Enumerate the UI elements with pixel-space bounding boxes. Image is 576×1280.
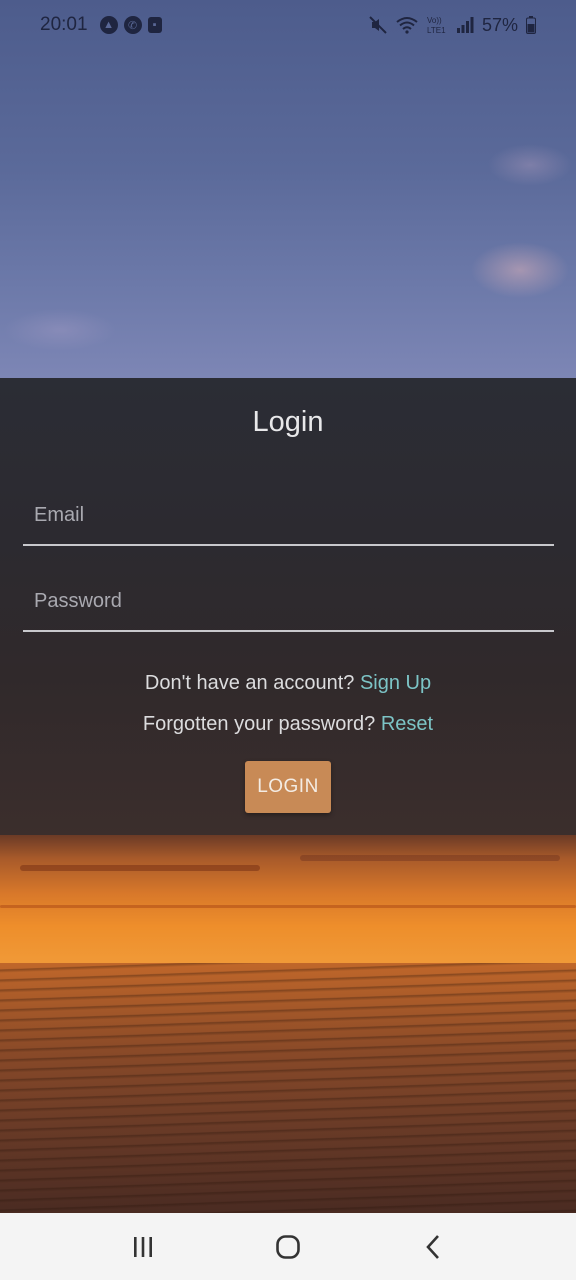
signup-prompt: Don't have an account? [144,672,355,694]
login-panel: Login Don't have an account? Sign Up For… [0,378,576,835]
reset-link[interactable]: Reset [381,713,433,735]
battery-icon [526,16,536,34]
reset-prompt: Forgotten your password? [142,713,376,735]
password-field[interactable] [23,572,554,632]
sign-up-link[interactable]: Sign Up [360,672,431,694]
signal-icon [456,17,474,33]
signup-line: Don't have an account? Sign Up [0,672,576,695]
sunset-horizon [0,835,576,965]
navigation-arrow-icon: ▲ [99,16,118,34]
login-button[interactable]: LOGIN [245,761,331,813]
wifi-icon [396,16,418,34]
navigation-bar [0,1213,576,1280]
sea [0,963,576,1213]
svg-text:Vo)): Vo)) [427,16,442,25]
volte-lte-icon: Vo)) LTE1 [426,15,448,35]
app-notification-icon: ▪ [147,17,162,33]
battery-percent: 57% [481,14,518,35]
mute-icon [368,15,388,35]
sky [0,0,576,378]
page-title: Login [252,406,324,438]
login-screen: 20:01 ▲ ✆ ▪ Vo)) LTE1 57% Login Email Do… [0,0,576,1280]
password-input[interactable] [23,572,554,630]
status-time: 20:01 [40,14,88,35]
reset-line: Forgotten your password? Reset [0,713,576,736]
recent-apps-icon[interactable] [123,1227,163,1267]
whatsapp-icon: ✆ [123,16,142,34]
status-bar: 20:01 ▲ ✆ ▪ Vo)) LTE1 57% [0,0,576,50]
email-field[interactable] [23,486,554,546]
back-icon[interactable] [413,1227,453,1267]
email-input[interactable] [23,486,554,544]
home-icon[interactable] [268,1227,308,1267]
svg-text:LTE1: LTE1 [427,26,446,35]
